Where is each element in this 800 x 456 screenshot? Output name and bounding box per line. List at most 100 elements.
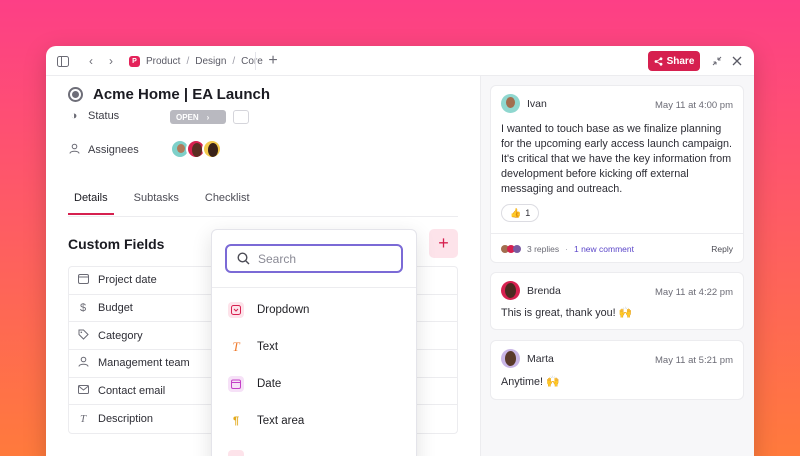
- field-label: Description: [98, 413, 154, 426]
- comment-footer: 3 replies · 1 new comment Reply: [491, 233, 743, 263]
- plus-icon[interactable]: +: [264, 52, 282, 70]
- replies-link[interactable]: 3 replies: [527, 244, 559, 254]
- complete-checkbox[interactable]: [233, 110, 249, 124]
- reaction-count: 1: [525, 208, 531, 218]
- assignees-row: Assignees: [68, 143, 139, 157]
- option-label: Dropdown: [257, 304, 310, 316]
- option-text-area[interactable]: ¶ Text area: [228, 413, 304, 429]
- option-date[interactable]: Date: [228, 376, 281, 392]
- comment-time: May 11 at 4:22 pm: [655, 287, 733, 298]
- reaction-badge[interactable]: 👍 1: [501, 204, 540, 222]
- avatar[interactable]: [501, 349, 520, 368]
- status-label: Status: [88, 110, 120, 122]
- avatar[interactable]: [202, 139, 222, 159]
- field-label: Management team: [98, 357, 190, 370]
- task-window: ‹ › P Product / Design / Core + Share Ac…: [46, 46, 754, 456]
- divider: [255, 52, 256, 70]
- option-text[interactable]: T Text: [228, 339, 278, 355]
- comment-header: Marta: [501, 349, 554, 368]
- comment-card: Ivan May 11 at 4:00 pm I wanted to touch…: [490, 85, 744, 263]
- breadcrumb-item-core[interactable]: Core: [241, 56, 263, 67]
- comment-text: This is great, thank you! 🙌: [501, 307, 633, 319]
- comment-header: Brenda: [501, 281, 561, 300]
- comment-time: May 11 at 5:21 pm: [655, 355, 733, 366]
- status-arrow-icon: ›: [206, 112, 210, 122]
- option-dropdown[interactable]: Dropdown: [228, 302, 309, 318]
- assignees-label: Assignees: [88, 144, 139, 156]
- status-circle-icon[interactable]: [68, 87, 83, 102]
- collapse-icon[interactable]: [710, 54, 724, 68]
- tag-icon: [77, 329, 89, 343]
- separator: ·: [565, 243, 568, 254]
- person-icon: [77, 356, 89, 370]
- thumbs-up-icon: 👍: [510, 207, 522, 218]
- sidebar-toggle-icon[interactable]: [56, 54, 70, 68]
- field-label: Contact email: [98, 385, 166, 398]
- avatar[interactable]: [501, 281, 520, 300]
- status-row: ◑ Status: [68, 110, 120, 122]
- calendar-icon: [77, 273, 89, 287]
- field-label: Budget: [98, 302, 133, 315]
- field-type-popup: Dropdown T Text Date ¶ Text area: [211, 229, 417, 456]
- new-comment-link[interactable]: 1 new comment: [574, 244, 634, 254]
- comment-card: Marta May 11 at 5:21 pm Anytime! 🙌: [490, 340, 744, 400]
- comment-text: I wanted to touch base as we finalize pl…: [501, 123, 733, 195]
- breadcrumb-item-product[interactable]: Product: [146, 56, 180, 67]
- share-button[interactable]: Share: [648, 51, 700, 71]
- calendar-icon: [228, 376, 244, 392]
- tab-checklist[interactable]: Checklist: [199, 188, 256, 215]
- comment-author[interactable]: Ivan: [527, 98, 547, 110]
- dollar-icon: $: [79, 302, 87, 315]
- comment-header: Ivan: [501, 94, 547, 113]
- page-title[interactable]: Acme Home | EA Launch: [93, 86, 270, 103]
- text-area-icon: ¶: [232, 415, 240, 427]
- share-label: Share: [666, 55, 695, 67]
- breadcrumb: P Product / Design / Core: [129, 46, 263, 76]
- comment-text: Anytime! 🙌: [501, 376, 560, 388]
- divider: [68, 216, 458, 217]
- text-t-icon: T: [232, 339, 240, 354]
- tab-subtasks[interactable]: Subtasks: [128, 188, 185, 215]
- product-badge-icon: P: [129, 55, 140, 67]
- assignee-avatars[interactable]: [170, 139, 222, 159]
- field-label: Project date: [98, 274, 157, 287]
- search-input[interactable]: [258, 251, 388, 266]
- breadcrumb-separator: /: [186, 55, 190, 67]
- task-title-row: Acme Home | EA Launch: [68, 86, 270, 103]
- tab-details[interactable]: Details: [68, 188, 114, 215]
- close-icon[interactable]: [730, 54, 744, 68]
- top-bar: ‹ › P Product / Design / Core + Share: [46, 46, 754, 76]
- comment-card: Brenda May 11 at 4:22 pm This is great, …: [490, 272, 744, 330]
- mail-icon: [77, 385, 89, 397]
- field-label: Category: [98, 329, 143, 342]
- status-value: OPEN: [176, 112, 199, 122]
- comment-author[interactable]: Marta: [527, 353, 554, 365]
- share-icon: [654, 56, 662, 66]
- forward-arrow-icon[interactable]: ›: [104, 54, 118, 68]
- avatar[interactable]: [501, 94, 520, 113]
- reply-button[interactable]: Reply: [711, 244, 733, 254]
- avatar: [513, 244, 521, 253]
- search-icon: [237, 252, 250, 265]
- search-field[interactable]: [225, 244, 403, 273]
- divider: [212, 287, 416, 288]
- back-arrow-icon[interactable]: ‹: [84, 54, 98, 68]
- status-pill[interactable]: OPEN ›: [170, 110, 226, 124]
- add-field-button[interactable]: +: [429, 229, 458, 258]
- comment-author[interactable]: Brenda: [527, 285, 561, 297]
- activity-pane: Ivan May 11 at 4:00 pm I wanted to touch…: [480, 76, 754, 456]
- status-icon: ◑: [70, 110, 78, 122]
- dropdown-icon: [228, 302, 244, 318]
- option-label: Date: [257, 378, 282, 390]
- custom-fields-title: Custom Fields: [68, 236, 165, 252]
- text-icon: T: [79, 413, 87, 426]
- detail-tabs: Details Subtasks Checklist: [68, 188, 270, 215]
- label-icon: [228, 450, 244, 456]
- breadcrumb-separator: /: [232, 55, 236, 67]
- breadcrumb-item-design[interactable]: Design: [195, 56, 226, 67]
- option-label: Text: [257, 341, 279, 353]
- option-label: Text area: [257, 415, 305, 427]
- person-icon: [68, 143, 80, 157]
- option-partial[interactable]: [228, 450, 244, 456]
- comment-time: May 11 at 4:00 pm: [655, 100, 733, 111]
